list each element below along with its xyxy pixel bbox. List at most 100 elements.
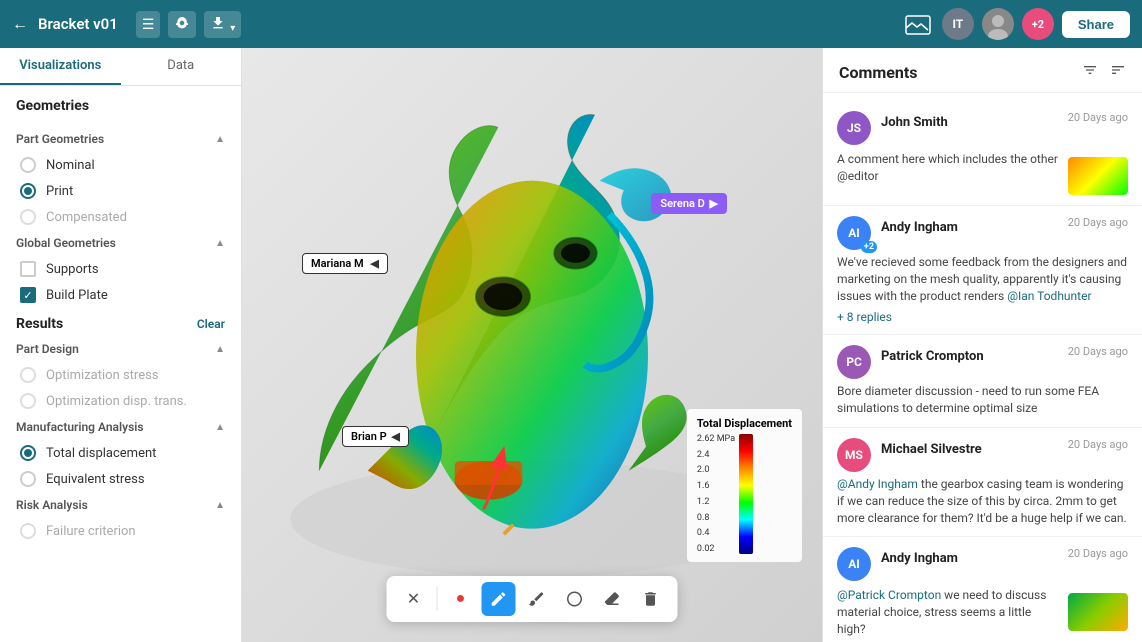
- chevron-up-icon-4: ▲: [215, 422, 225, 433]
- chevron-up-icon-5: ▲: [215, 500, 225, 511]
- viewport[interactable]: Mariana M ◀ Serena D ▶ Brian P ◀ Total D…: [242, 48, 822, 642]
- camera-button[interactable]: [168, 11, 196, 38]
- total-disp-radio[interactable]: [20, 445, 36, 461]
- compensated-radio[interactable]: [20, 209, 36, 225]
- supports-label: Supports: [46, 262, 99, 277]
- comment-meta-3: Patrick Crompton 20 Days ago: [881, 345, 1128, 364]
- pencil-tool[interactable]: [482, 582, 516, 616]
- comment-thumbnail-2: [1068, 593, 1128, 631]
- comment-andy-ingham-2: AI Andy Ingham 20 Days ago @Patrick Crom…: [823, 537, 1142, 642]
- erase-tool[interactable]: [596, 582, 630, 616]
- risk-analysis-header[interactable]: Risk Analysis ▲: [0, 492, 241, 518]
- equiv-stress-radio[interactable]: [20, 471, 36, 487]
- compensated-item[interactable]: Compensated: [0, 204, 241, 230]
- shape-tool[interactable]: [558, 582, 592, 616]
- avatar-it[interactable]: IT: [942, 8, 974, 40]
- annotation-mariana[interactable]: Mariana M ◀: [302, 253, 388, 274]
- equivalent-stress-item[interactable]: Equivalent stress: [0, 466, 241, 492]
- build-plate-label: Build Plate: [46, 288, 108, 303]
- annotation-brian[interactable]: Brian P ◀: [342, 426, 409, 447]
- print-item[interactable]: Print: [0, 178, 241, 204]
- avatar-ai-2: AI: [837, 547, 871, 581]
- failure-criterion-item[interactable]: Failure criterion: [0, 518, 241, 544]
- build-plate-item[interactable]: ✓ Build Plate: [0, 282, 241, 308]
- main-content: Visualizations Data Geometries Part Geom…: [0, 48, 1142, 642]
- list-view-button[interactable]: ☰: [136, 11, 161, 38]
- comment-top-2: AI +2 Andy Ingham 20 Days ago: [837, 216, 1128, 250]
- clear-button[interactable]: Clear: [197, 317, 225, 331]
- thumbnail-image: [1068, 157, 1128, 195]
- sort-icon[interactable]: [1110, 62, 1126, 82]
- comment-thumbnail: [1068, 157, 1128, 195]
- header: ← Bracket v01 ☰ ▾ IT +2 Share: [0, 0, 1142, 48]
- print-radio[interactable]: [20, 183, 36, 199]
- dot-tool[interactable]: ●: [444, 582, 478, 616]
- share-button[interactable]: Share: [1062, 11, 1130, 38]
- optimization-disp-item[interactable]: Optimization disp. trans.: [0, 388, 241, 414]
- comment-patrick-crompton: PC Patrick Crompton 20 Days ago Bore dia…: [823, 335, 1142, 428]
- commenter-name-2: Andy Ingham: [881, 220, 958, 235]
- part-design-header[interactable]: Part Design ▲: [0, 336, 241, 362]
- build-plate-checkbox[interactable]: ✓: [20, 287, 36, 303]
- avatar-js: JS: [837, 111, 871, 145]
- comment-top-5: AI Andy Ingham 20 Days ago: [837, 547, 1128, 581]
- filter-icon[interactable]: [1082, 62, 1098, 82]
- commenter-name-3: Patrick Crompton: [881, 349, 984, 364]
- mention-link-3[interactable]: @Patrick Crompton: [837, 588, 941, 602]
- tab-visualizations[interactable]: Visualizations: [0, 48, 121, 85]
- comment-michael-silvestre: MS Michael Silvestre 20 Days ago @Andy I…: [823, 428, 1142, 537]
- toolbar-divider: [437, 587, 438, 611]
- sidebar: Visualizations Data Geometries Part Geom…: [0, 48, 242, 642]
- part-geometries-header[interactable]: Part Geometries ▲: [0, 126, 241, 152]
- results-title: Results: [16, 316, 63, 332]
- opt-disp-label: Optimization disp. trans.: [46, 394, 187, 409]
- legend-title: Total Displacement: [697, 417, 792, 430]
- annotation-serena[interactable]: Serena D ▶: [651, 193, 727, 214]
- back-button[interactable]: ←: [12, 14, 28, 34]
- supports-checkbox[interactable]: [20, 261, 36, 277]
- geometries-section: Geometries: [0, 86, 241, 126]
- opt-disp-radio[interactable]: [20, 393, 36, 409]
- avatar-count[interactable]: +2: [1022, 8, 1054, 40]
- mention-link[interactable]: @Ian Todhunter: [1007, 289, 1091, 303]
- comment-john-smith: JS John Smith 20 Days ago A comment here…: [823, 101, 1142, 206]
- gallery-icon[interactable]: [902, 8, 934, 40]
- risk-label: Risk Analysis: [16, 498, 88, 512]
- mention-link-2[interactable]: @Andy Ingham: [837, 477, 918, 491]
- comment-time-4: 20 Days ago: [1068, 438, 1128, 451]
- tab-data[interactable]: Data: [121, 48, 242, 85]
- total-displacement-item[interactable]: Total displacement: [0, 440, 241, 466]
- optimization-stress-item[interactable]: Optimization stress: [0, 362, 241, 388]
- chevron-up-icon-2: ▲: [215, 238, 225, 249]
- thumbnail-image-2: [1068, 593, 1128, 631]
- opt-stress-radio[interactable]: [20, 367, 36, 383]
- sidebar-tabs: Visualizations Data: [0, 48, 241, 86]
- comment-body-3: Bore diameter discussion - need to run s…: [837, 383, 1128, 417]
- comment-meta-2: Andy Ingham 20 Days ago: [881, 216, 1128, 235]
- delete-tool[interactable]: [634, 582, 668, 616]
- nominal-item[interactable]: Nominal: [0, 152, 241, 178]
- comment-body-2: We've recieved some feedback from the de…: [837, 254, 1128, 304]
- avatar-photo[interactable]: [982, 8, 1014, 40]
- comment-body-5: @Patrick Crompton we need to discuss mat…: [837, 587, 1060, 637]
- comment-top-3: PC Patrick Crompton 20 Days ago: [837, 345, 1128, 379]
- legend-labels-left: 2.62 MPa 2.4 2.0 1.6 1.2 0.8 0.4 0.02: [697, 434, 735, 554]
- close-tool[interactable]: ✕: [397, 582, 431, 616]
- manufacturing-header[interactable]: Manufacturing Analysis ▲: [0, 414, 241, 440]
- geometries-title: Geometries: [16, 98, 225, 114]
- replies-count[interactable]: + 8 replies: [837, 310, 1128, 324]
- failure-radio[interactable]: [20, 523, 36, 539]
- comment-andy-ingham-1: AI +2 Andy Ingham 20 Days ago We've reci…: [823, 206, 1142, 335]
- pen-tool[interactable]: [520, 582, 554, 616]
- global-geometries-header[interactable]: Global Geometries ▲: [0, 230, 241, 256]
- comments-list: JS John Smith 20 Days ago A comment here…: [823, 93, 1142, 642]
- comment-time-3: 20 Days ago: [1068, 345, 1128, 358]
- nominal-radio[interactable]: [20, 157, 36, 173]
- download-button[interactable]: ▾: [204, 11, 241, 38]
- results-header: Results Clear: [0, 308, 241, 336]
- comment-time-2: 20 Days ago: [1068, 216, 1128, 229]
- comment-time: 20 Days ago: [1068, 111, 1128, 124]
- supports-item[interactable]: Supports: [0, 256, 241, 282]
- comment-meta-5: Andy Ingham 20 Days ago: [881, 547, 1128, 566]
- header-right: IT +2 Share: [902, 8, 1130, 40]
